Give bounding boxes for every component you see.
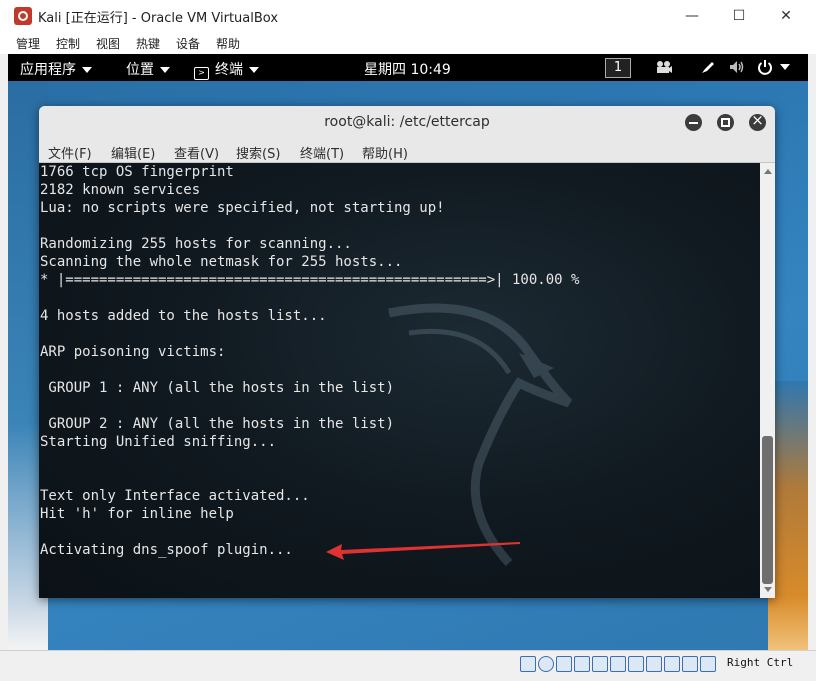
video-capture-icon[interactable]: [646, 656, 662, 672]
host-window-title: Kali [正在运行] - Oracle VM VirtualBox: [38, 11, 279, 26]
terminal-menu-search[interactable]: 搜索(S): [236, 143, 280, 162]
terminal-icon: >: [194, 67, 209, 80]
cpu-icon[interactable]: [664, 656, 680, 672]
places-menu[interactable]: 位置: [126, 59, 170, 79]
terminal-menu-terminal[interactable]: 终端(T): [300, 143, 344, 162]
terminal-output-area[interactable]: 1766 tcp OS fingerprint 2182 known servic…: [39, 163, 760, 598]
menu-hotkey[interactable]: 热键: [136, 35, 160, 52]
optical-drive-icon[interactable]: [538, 656, 554, 672]
display-icon[interactable]: [628, 656, 644, 672]
clock[interactable]: 星期四 10:49: [364, 59, 451, 79]
menu-manage[interactable]: 管理: [16, 35, 40, 52]
output-line: 2182 known services: [40, 182, 201, 198]
host-menu-bar: 管理 控制 视图 热键 设备 帮助: [0, 32, 816, 54]
chevron-down-icon: [160, 67, 170, 73]
output-line: * |=====================================…: [40, 272, 580, 288]
output-line: GROUP 2 : ANY (all the hosts in the list…: [40, 416, 395, 432]
close-button[interactable]: ✕: [774, 4, 798, 28]
menu-control[interactable]: 控制: [56, 35, 80, 52]
kali-top-panel: 应用程序 位置 > 终端 星期四 10:49 1: [8, 54, 808, 81]
terminal-menu[interactable]: > 终端: [194, 59, 259, 80]
maximize-button[interactable]: ☐: [727, 4, 751, 28]
terminal-menu-bar: 文件(F) 编辑(E) 查看(V) 搜索(S) 终端(T) 帮助(H): [39, 142, 775, 162]
terminal-header: root@kali: /etc/ettercap 文件(F) 编辑(E) 查看(…: [39, 106, 775, 163]
virtualbox-icon: [14, 7, 32, 25]
output-line: Starting Unified sniffing...: [40, 434, 277, 450]
usb-icon[interactable]: [592, 656, 608, 672]
output-line: Hit 'h' for inline help: [40, 506, 234, 522]
system-menu-chevron-icon[interactable]: [780, 59, 790, 75]
chevron-down-icon: [82, 67, 92, 73]
mouse-integration-icon[interactable]: [682, 656, 698, 672]
audio-icon[interactable]: [556, 656, 572, 672]
chevron-down-icon: [249, 67, 259, 73]
minimize-button[interactable]: —: [680, 4, 704, 28]
output-line: Randomizing 255 hosts for scanning...: [40, 236, 352, 252]
power-icon[interactable]: [757, 59, 773, 79]
terminal-label: 终端: [215, 62, 243, 78]
terminal-window[interactable]: root@kali: /etc/ettercap 文件(F) 编辑(E) 查看(…: [39, 106, 775, 598]
output-line: 4 hosts added to the hosts list...: [40, 308, 327, 324]
terminal-maximize-button[interactable]: [717, 114, 734, 131]
terminal-title: root@kali: /etc/ettercap: [324, 114, 490, 130]
scrollbar-thumb[interactable]: [762, 436, 773, 584]
shared-folders-icon[interactable]: [610, 656, 626, 672]
output-line: Text only Interface activated...: [40, 488, 310, 504]
volume-icon[interactable]: [728, 59, 746, 79]
pen-icon[interactable]: [700, 59, 716, 79]
scroll-up-icon[interactable]: [764, 169, 772, 174]
menu-view[interactable]: 视图: [96, 35, 120, 52]
output-line: 1766 tcp OS fingerprint: [40, 164, 234, 180]
terminal-menu-edit[interactable]: 编辑(E): [111, 143, 155, 162]
camera-icon[interactable]: [655, 59, 673, 79]
scroll-down-icon[interactable]: [764, 587, 772, 592]
output-line: GROUP 1 : ANY (all the hosts in the list…: [40, 380, 395, 396]
annotation-arrow-icon: [326, 542, 520, 560]
host-status-bar: Right Ctrl: [0, 650, 816, 681]
terminal-output-text: 1766 tcp OS fingerprint 2182 known servic…: [40, 163, 579, 559]
applications-label: 应用程序: [20, 62, 76, 78]
terminal-menu-help[interactable]: 帮助(H): [362, 143, 408, 162]
network-icon[interactable]: [574, 656, 590, 672]
output-line: ARP poisoning victims:: [40, 344, 226, 360]
hard-disk-icon[interactable]: [520, 656, 536, 672]
output-line: Lua: no scripts were specified, not star…: [40, 200, 445, 216]
places-label: 位置: [126, 62, 154, 78]
host-key-label: Right Ctrl: [727, 656, 794, 669]
output-line: Scanning the whole netmask for 255 hosts…: [40, 254, 403, 270]
keyboard-icon[interactable]: [700, 656, 716, 672]
terminal-scrollbar[interactable]: [760, 163, 775, 598]
applications-menu[interactable]: 应用程序: [20, 59, 92, 79]
menu-devices[interactable]: 设备: [176, 35, 200, 52]
host-title-bar: Kali [正在运行] - Oracle VM VirtualBox — ☐ ✕: [0, 0, 816, 32]
menu-help[interactable]: 帮助: [216, 35, 240, 52]
workspace-indicator[interactable]: 1: [605, 58, 631, 78]
terminal-menu-file[interactable]: 文件(F): [48, 143, 92, 162]
terminal-minimize-button[interactable]: [685, 114, 702, 131]
terminal-menu-view[interactable]: 查看(V): [174, 143, 219, 162]
terminal-close-button[interactable]: [749, 111, 766, 131]
